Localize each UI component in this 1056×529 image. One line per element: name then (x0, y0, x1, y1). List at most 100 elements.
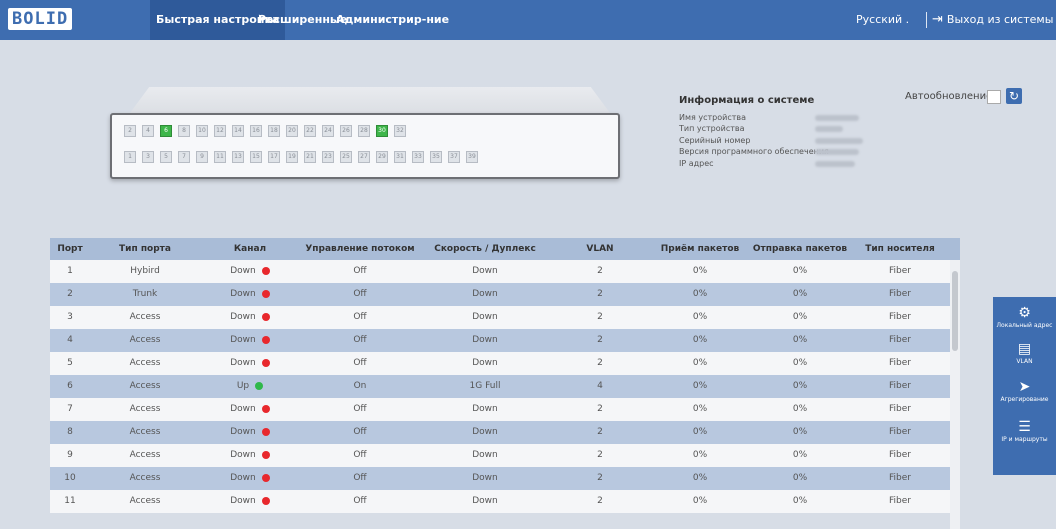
cell-port: 10 (64, 473, 76, 483)
device-port-20[interactable]: 20 (286, 125, 298, 137)
device-port-26[interactable]: 26 (340, 125, 352, 137)
device-port-21[interactable]: 21 (304, 151, 316, 163)
device-port-5[interactable]: 5 (160, 151, 172, 163)
cell-flow: Off (353, 473, 367, 483)
table-row[interactable]: 5 Access Down Off Down 2 0% 0% Fiber (50, 352, 950, 375)
cell-media: Fiber (889, 266, 911, 276)
link-status-dot (261, 404, 270, 413)
device-port-1[interactable]: 1 (124, 151, 136, 163)
table-row[interactable]: 6 Access Up On 1G Full 4 0% 0% Fiber (50, 375, 950, 398)
device-port-24[interactable]: 24 (322, 125, 334, 137)
cell-port: 9 (67, 450, 73, 460)
table-row[interactable]: 2 Trunk Down Off Down 2 0% 0% Fiber (50, 283, 950, 306)
device-port-6[interactable]: 6 (160, 125, 172, 137)
device-port-8[interactable]: 8 (178, 125, 190, 137)
sysinfo-device-type-redacted (815, 126, 843, 132)
device-port-10[interactable]: 10 (196, 125, 208, 137)
device-port-25[interactable]: 25 (340, 151, 352, 163)
table-scrollbar-thumb[interactable] (952, 271, 958, 351)
aggregation-icon: ➤ (1018, 379, 1031, 395)
device-port-32[interactable]: 32 (394, 125, 406, 137)
cell-rx: 0% (692, 289, 708, 299)
side-item-sliders[interactable]: ☰ IP и маршруты (993, 419, 1056, 444)
device-port-23[interactable]: 23 (322, 151, 334, 163)
side-item-gear[interactable]: ⚙ Локальный адрес (993, 305, 1056, 330)
table-header: Порт Тип порта Канал Управление потоком … (50, 238, 960, 260)
cell-rx: 0% (692, 335, 708, 345)
sysinfo-firmware-redacted (815, 149, 859, 155)
device-port-11[interactable]: 11 (214, 151, 226, 163)
device-port-13[interactable]: 13 (232, 151, 244, 163)
table-row[interactable]: 8 Access Down Off Down 2 0% 0% Fiber (50, 421, 950, 444)
cell-vlan: 2 (597, 289, 603, 299)
cell-flow: On (353, 381, 367, 391)
autorefresh-checkbox[interactable] (987, 90, 1001, 104)
device-port-27[interactable]: 27 (358, 151, 370, 163)
device-port-12[interactable]: 12 (214, 125, 226, 137)
device-port-28[interactable]: 28 (358, 125, 370, 137)
gear-icon: ⚙ (1018, 305, 1031, 321)
device-port-9[interactable]: 9 (196, 151, 208, 163)
link-status-text: Down (230, 496, 256, 506)
device-port-3[interactable]: 3 (142, 151, 154, 163)
link-status-dot (255, 381, 264, 390)
device-port-35[interactable]: 35 (430, 151, 442, 163)
header-separator (926, 12, 927, 28)
cell-link: Down (200, 260, 300, 283)
logout-label: Выход из системы (946, 13, 1054, 26)
refresh-icon: ↻ (1008, 89, 1020, 103)
language-select[interactable]: Русский . (856, 0, 909, 40)
device-port-39[interactable]: 39 (466, 151, 478, 163)
cell-media: Fiber (889, 312, 911, 322)
device-port-29[interactable]: 29 (376, 151, 388, 163)
cell-type: Access (129, 312, 161, 322)
device-port-15[interactable]: 15 (250, 151, 262, 163)
vlan-icon: ▤ (1017, 341, 1032, 357)
device-port-4[interactable]: 4 (142, 125, 154, 137)
device-port-17[interactable]: 17 (268, 151, 280, 163)
th-speed-duplex: Скорость / Дуплекс (434, 244, 536, 254)
table-row[interactable]: 3 Access Down Off Down 2 0% 0% Fiber (50, 306, 950, 329)
link-status-dot (261, 450, 270, 459)
table-row[interactable]: 4 Access Down Off Down 2 0% 0% Fiber (50, 329, 950, 352)
refresh-button[interactable]: ↻ (1006, 88, 1022, 104)
nav-administration[interactable]: Администрир-ние (330, 0, 455, 40)
device-port-33[interactable]: 33 (412, 151, 424, 163)
device-port-37[interactable]: 37 (448, 151, 460, 163)
link-status-text: Down (230, 473, 256, 483)
device-port-2[interactable]: 2 (124, 125, 136, 137)
device-port-31[interactable]: 31 (394, 151, 406, 163)
link-status-dot (261, 427, 270, 436)
table-row[interactable]: 7 Access Down Off Down 2 0% 0% Fiber (50, 398, 950, 421)
cell-rx: 0% (692, 381, 708, 391)
cell-rx: 0% (692, 450, 708, 460)
side-item-vlan[interactable]: ▤ VLAN (993, 341, 1056, 366)
cell-speed: Down (472, 289, 498, 299)
cell-port: 1 (67, 266, 73, 276)
table-row[interactable]: 9 Access Down Off Down 2 0% 0% Fiber (50, 444, 950, 467)
logout-link[interactable]: ⇥ Выход из системы (932, 0, 1053, 40)
device-port-19[interactable]: 19 (286, 151, 298, 163)
cell-flow: Off (353, 450, 367, 460)
cell-type: Trunk (132, 289, 158, 299)
link-status-dot (261, 496, 270, 505)
side-item-aggregation[interactable]: ➤ Агрегирование (993, 379, 1056, 404)
table-row[interactable]: 11 Access Down Off Down 2 0% 0% Fiber (50, 490, 950, 513)
device-port-30[interactable]: 30 (376, 125, 388, 137)
table-row[interactable]: 1 Hybird Down Off Down 2 0% 0% Fiber (50, 260, 950, 283)
table-row[interactable]: 10 Access Down Off Down 2 0% 0% Fiber (50, 467, 950, 490)
device-port-16[interactable]: 16 (250, 125, 262, 137)
th-vlan: VLAN (586, 244, 614, 254)
cell-speed: Down (472, 335, 498, 345)
device-port-18[interactable]: 18 (268, 125, 280, 137)
cell-port: 3 (67, 312, 73, 322)
cell-tx: 0% (792, 381, 808, 391)
link-status-text: Down (230, 404, 256, 414)
th-link: Канал (233, 244, 267, 254)
device-port-14[interactable]: 14 (232, 125, 244, 137)
cell-type: Access (129, 496, 161, 506)
side-item-label: IP и маршруты (1001, 436, 1048, 443)
device-port-7[interactable]: 7 (178, 151, 190, 163)
link-status-text: Down (230, 427, 256, 437)
device-port-22[interactable]: 22 (304, 125, 316, 137)
